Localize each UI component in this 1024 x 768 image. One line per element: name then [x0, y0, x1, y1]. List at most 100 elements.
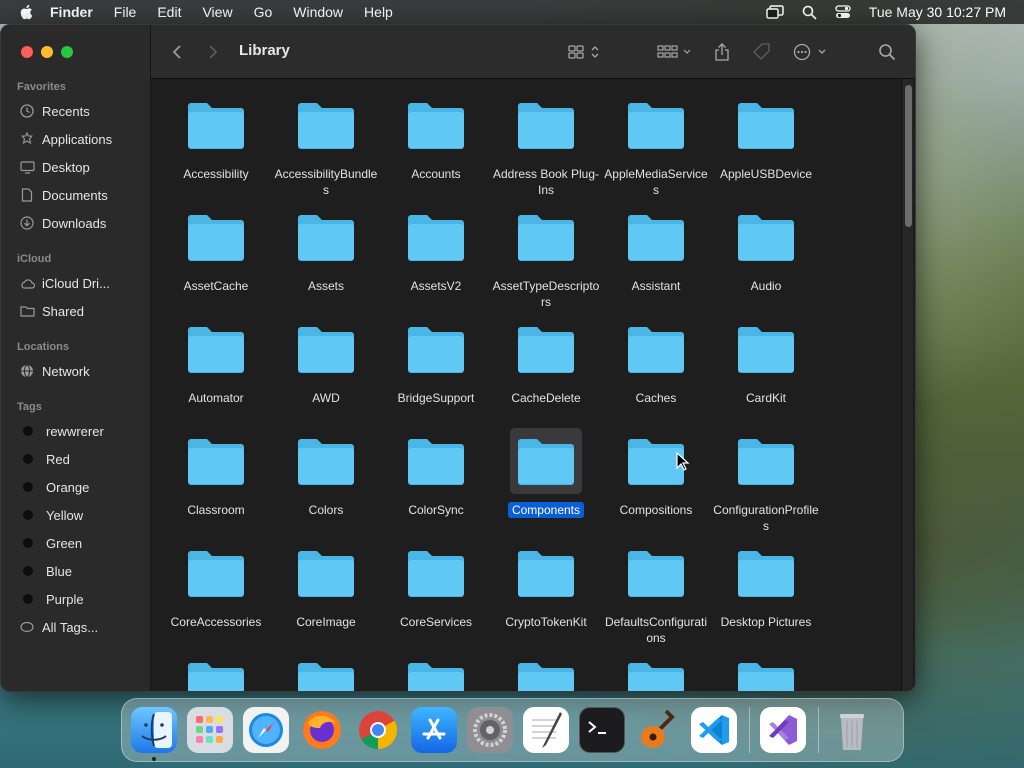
firefox-icon[interactable]: [299, 707, 345, 753]
spotlight-search-icon[interactable]: [802, 5, 817, 20]
folder-item[interactable]: ConfigurationProfiles: [711, 433, 821, 545]
vscode-icon[interactable]: [691, 707, 737, 753]
system-settings-icon[interactable]: [467, 707, 513, 753]
file-browser-content[interactable]: Accessibility AccessibilityBundles Account…: [151, 79, 915, 691]
folder-item[interactable]: AssetsV2: [381, 209, 491, 321]
folder-item[interactable]: [161, 657, 271, 691]
screen-mirroring-icon[interactable]: [766, 5, 784, 19]
folder-name-text: Audio: [750, 279, 782, 293]
scrollbar-thumb[interactable]: [905, 85, 912, 227]
launchpad-icon[interactable]: [187, 707, 233, 753]
menu-view[interactable]: View: [202, 4, 232, 20]
share-button[interactable]: [714, 42, 730, 62]
close-window-button[interactable]: [21, 46, 33, 58]
desktop-icon: [19, 159, 35, 175]
folder-item[interactable]: [711, 657, 821, 691]
sidebar-item-downloads[interactable]: Downloads: [19, 212, 106, 234]
sidebar-item-applications[interactable]: Applications: [19, 128, 112, 150]
folder-item[interactable]: [381, 657, 491, 691]
folder-item[interactable]: AccessibilityBundles: [271, 97, 381, 209]
folder-icon: [408, 215, 464, 261]
folder-item[interactable]: BridgeSupport: [381, 321, 491, 433]
menu-file[interactable]: File: [114, 4, 137, 20]
zoom-window-button[interactable]: [61, 46, 73, 58]
folder-item[interactable]: CoreServices: [381, 545, 491, 657]
sidebar-tag-yellow[interactable]: Yellow: [19, 504, 83, 526]
folder-item[interactable]: [491, 657, 601, 691]
folder-item[interactable]: Colors: [271, 433, 381, 545]
folder-name-text: CoreImage: [296, 615, 356, 629]
folder-item[interactable]: Desktop Pictures: [711, 545, 821, 657]
folder-item[interactable]: CoreImage: [271, 545, 381, 657]
sidebar-item-icloud-drive[interactable]: iCloud Dri...: [19, 272, 110, 294]
folder-item[interactable]: ColorSync: [381, 433, 491, 545]
sidebar-section-favorites: Favorites: [17, 81, 66, 93]
sidebar-tag-orange[interactable]: Orange: [19, 476, 89, 498]
vertical-scrollbar[interactable]: [901, 79, 913, 691]
menu-app-name[interactable]: Finder: [50, 4, 93, 20]
sidebar-item-shared[interactable]: Shared: [19, 300, 84, 322]
folder-icon-wrapper: [290, 92, 362, 158]
trash-icon[interactable]: [829, 707, 875, 753]
sidebar-tag-purple[interactable]: Purple: [19, 588, 84, 610]
sidebar-tag-green[interactable]: Green: [19, 532, 82, 554]
sidebar-item-desktop[interactable]: Desktop: [19, 156, 90, 178]
folder-item[interactable]: CoreAccessories: [161, 545, 271, 657]
tags-button[interactable]: [752, 42, 772, 62]
folder-item[interactable]: Accessibility: [161, 97, 271, 209]
menu-go[interactable]: Go: [254, 4, 273, 20]
folder-item[interactable]: Caches: [601, 321, 711, 433]
menu-edit[interactable]: Edit: [157, 4, 181, 20]
sidebar-item-recents[interactable]: Recents: [19, 100, 90, 122]
folder-item[interactable]: AssetCache: [161, 209, 271, 321]
safari-icon[interactable]: [243, 707, 289, 753]
garageband-icon[interactable]: [635, 707, 681, 753]
sidebar-all-tags[interactable]: All Tags...: [19, 616, 98, 638]
forward-button[interactable]: [207, 42, 219, 62]
visual-studio-icon[interactable]: [760, 707, 806, 753]
folder-item[interactable]: DefaultsConfigurations: [601, 545, 711, 657]
folder-item[interactable]: [271, 657, 381, 691]
textedit-icon[interactable]: [523, 707, 569, 753]
sidebar-tag-rewwrerer[interactable]: rewwrerer: [19, 420, 104, 442]
folder-item[interactable]: CryptoTokenKit: [491, 545, 601, 657]
sidebar-item-network[interactable]: Network: [19, 360, 90, 382]
folder-item[interactable]: Components: [491, 428, 601, 545]
search-button[interactable]: [878, 42, 896, 62]
folder-item[interactable]: AppleMediaServices: [601, 97, 711, 209]
folder-item[interactable]: Accounts: [381, 97, 491, 209]
folder-item[interactable]: AppleUSBDevice: [711, 97, 821, 209]
minimize-window-button[interactable]: [41, 46, 53, 58]
folder-name-text: Caches: [635, 391, 677, 405]
menu-help[interactable]: Help: [364, 4, 393, 20]
folder-item[interactable]: Compositions: [601, 433, 711, 545]
sidebar-tag-blue[interactable]: Blue: [19, 560, 72, 582]
folder-item[interactable]: [601, 657, 711, 691]
folder-icon-wrapper: [510, 316, 582, 382]
control-center-icon[interactable]: [835, 5, 851, 19]
view-mode-button[interactable]: [568, 42, 602, 62]
folder-item[interactable]: CacheDelete: [491, 321, 601, 433]
folder-item[interactable]: Classroom: [161, 433, 271, 545]
sidebar-tag-red[interactable]: Red: [19, 448, 70, 470]
folder-item[interactable]: Automator: [161, 321, 271, 433]
folder-item[interactable]: AWD: [271, 321, 381, 433]
back-button[interactable]: [171, 42, 183, 62]
folder-item[interactable]: Address Book Plug-Ins: [491, 97, 601, 209]
folder-item[interactable]: CardKit: [711, 321, 821, 433]
group-by-button[interactable]: [657, 42, 693, 62]
folder-item[interactable]: Assets: [271, 209, 381, 321]
share-icon: [715, 43, 729, 61]
menubar-clock[interactable]: Tue May 30 10:27 PM: [869, 4, 1006, 20]
action-menu-button[interactable]: [793, 42, 829, 62]
folder-item[interactable]: AssetTypeDescriptors: [491, 209, 601, 321]
terminal-icon[interactable]: [579, 707, 625, 753]
sidebar-item-documents[interactable]: Documents: [19, 184, 108, 206]
apple-logo-icon[interactable]: [18, 3, 36, 21]
finder-icon[interactable]: [131, 707, 177, 761]
app-store-icon[interactable]: [411, 707, 457, 753]
menu-window[interactable]: Window: [293, 4, 343, 20]
folder-item[interactable]: Audio: [711, 209, 821, 321]
folder-item[interactable]: Assistant: [601, 209, 711, 321]
chrome-icon[interactable]: [355, 707, 401, 753]
